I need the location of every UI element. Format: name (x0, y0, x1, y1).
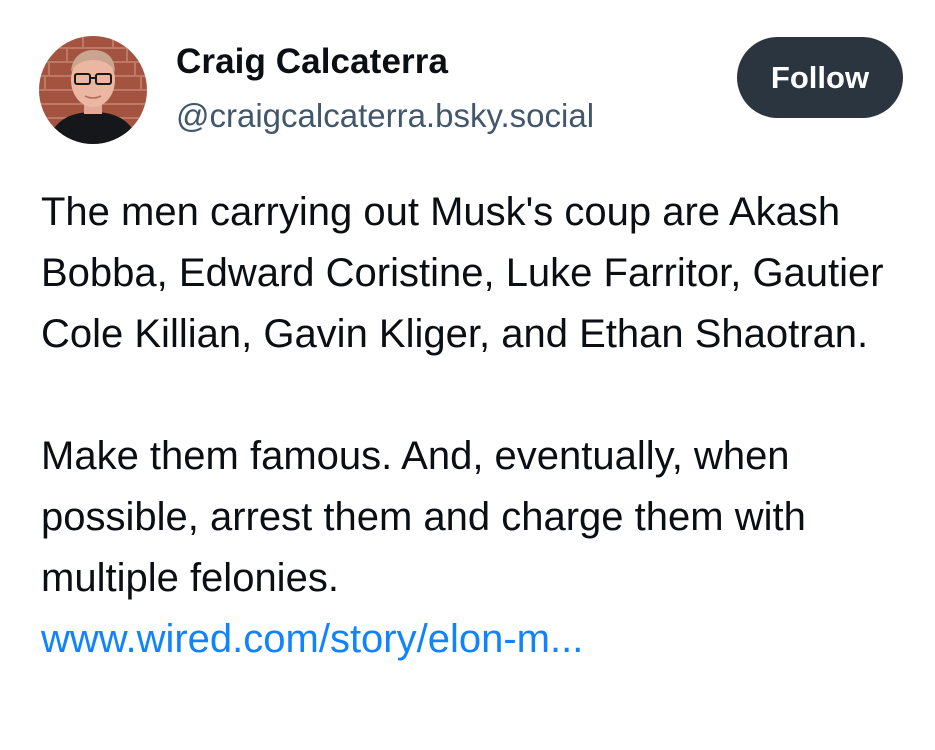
avatar[interactable] (39, 36, 147, 144)
post-text: The men carrying out Musk's coup are Aka… (41, 182, 921, 670)
author-name[interactable]: Craig Calcaterra (176, 42, 448, 82)
author-handle[interactable]: @craigcalcaterra.bsky.social (176, 97, 594, 135)
follow-button[interactable]: Follow (737, 37, 903, 118)
avatar-image (39, 36, 147, 144)
post-paragraph: Make them famous. And, eventually, when … (41, 434, 806, 600)
external-link[interactable]: www.wired.com/story/elon-m... (41, 617, 583, 661)
post-paragraph: The men carrying out Musk's coup are Aka… (41, 190, 884, 356)
post-card: Craig Calcaterra @craigcalcaterra.bsky.s… (0, 0, 935, 750)
